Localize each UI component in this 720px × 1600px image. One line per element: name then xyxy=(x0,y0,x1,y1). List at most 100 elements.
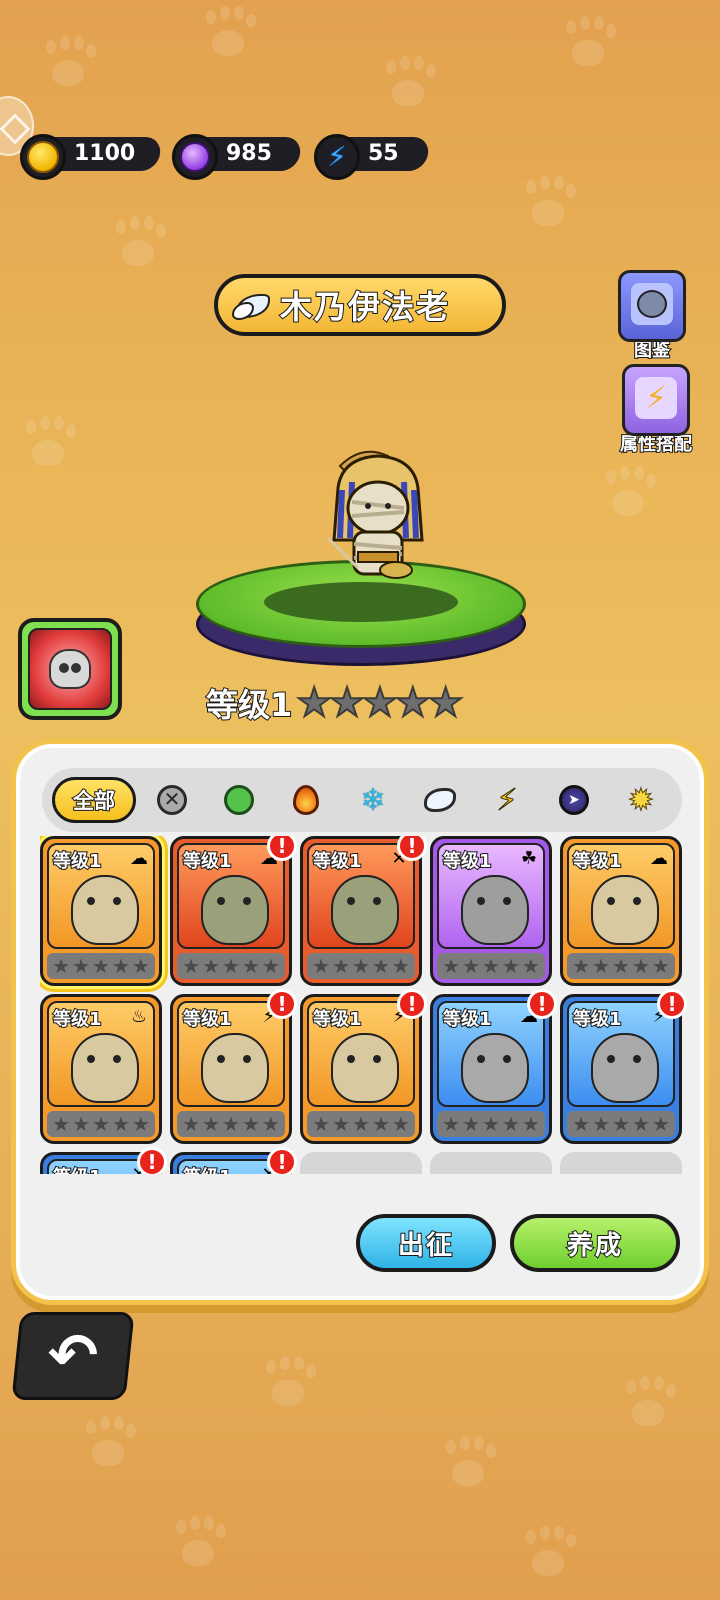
hero-card[interactable]: 等级1 ☘ ★ ★ ★ ★ ★ xyxy=(430,836,552,986)
empty-star-icon: ★ xyxy=(312,954,331,978)
alert-badge-icon: ! xyxy=(267,836,297,861)
energy-counter[interactable]: ⚡ 55 xyxy=(314,134,431,180)
hero-card[interactable]: 等级1 ♨ ★ ★ ★ ★ ★ xyxy=(40,994,162,1144)
hero-skill-button[interactable] xyxy=(18,618,122,720)
dark-element-icon[interactable]: ➤ xyxy=(556,782,592,818)
deploy-button[interactable]: 出征 xyxy=(356,1214,496,1272)
empty-star-icon: ★ xyxy=(241,954,260,978)
empty-star-icon: ★ xyxy=(442,1112,461,1136)
hero-card-portrait: 等级1 ⚡ xyxy=(567,1001,675,1107)
light-element-icon[interactable]: ✹ xyxy=(623,782,659,818)
empty-star-icon: ★ xyxy=(651,954,670,978)
empty-star-icon: ★ xyxy=(482,1112,500,1136)
hero-card-stars: ★ ★ ★ ★ ★ xyxy=(567,1111,675,1137)
energy-amount: 55 xyxy=(368,141,399,166)
ice-element-icon[interactable]: ❄ xyxy=(355,782,391,818)
empty-card-slot xyxy=(560,1152,682,1174)
hero-mascot-image xyxy=(201,875,269,945)
nature-element-icon: ☘ xyxy=(520,848,538,869)
fire-element-icon[interactable] xyxy=(288,782,324,818)
back-arrow-icon: ↶ xyxy=(47,1321,99,1391)
wind-element-icon[interactable] xyxy=(422,782,458,818)
hero-card[interactable]: 等级1 ☁ ★ ★ ★ ★ ★ xyxy=(40,836,162,986)
gold-counter[interactable]: 1100 xyxy=(20,134,163,180)
hero-mascot-image xyxy=(331,1033,399,1103)
tab-all[interactable]: 全部 xyxy=(52,777,136,823)
train-button[interactable]: 养成 xyxy=(510,1214,680,1272)
empty-star-icon: ★ xyxy=(631,954,650,978)
lightning-element-icon[interactable]: ⚡ xyxy=(489,782,525,818)
hero-card-portrait: 等级1 ☁ xyxy=(177,843,285,949)
empty-star-icon: ★ xyxy=(92,1112,110,1136)
hero-card[interactable]: 等级1✕★★★★★! xyxy=(170,1147,297,1174)
empty-star-icon: ★ xyxy=(261,1112,280,1136)
hero-pharaoh-mummy-sprite[interactable] xyxy=(318,448,436,590)
hero-mascot-image xyxy=(201,1033,269,1103)
hero-mascot-image xyxy=(71,1033,139,1103)
hero-mascot-image xyxy=(461,875,529,945)
hero-card[interactable]: 等级1✕★★★★★! xyxy=(40,1147,167,1174)
hero-card-portrait: 等级1 ☁ xyxy=(437,1001,545,1107)
hero-card-level: 等级1 xyxy=(182,850,233,873)
empty-star-icon: ★ xyxy=(442,954,461,978)
hero-card[interactable]: 等级1 ☁ ★ ★ ★ ★ ★ xyxy=(560,836,682,986)
empty-star-icon: ★ xyxy=(631,1112,650,1136)
hero-name: 木乃伊法老 xyxy=(279,287,451,327)
hero-card-level: 等级1 xyxy=(52,1008,103,1031)
codex-book-icon xyxy=(618,270,686,342)
hero-card-level: 等级1 xyxy=(182,1163,233,1174)
hero-card-portrait: 等级1 ☁ xyxy=(567,843,675,949)
empty-star-icon: ★ xyxy=(482,954,500,978)
empty-star-icon: ★ xyxy=(462,1112,481,1136)
hero-card-portrait: 等级1 ☘ xyxy=(437,843,545,949)
empty-star-icon: ★ xyxy=(182,1112,201,1136)
gem-counter[interactable]: 985 xyxy=(172,134,303,180)
empty-star-icon: ★ xyxy=(592,1112,611,1136)
hero-card[interactable]: 等级1✕★★★★★! xyxy=(300,836,427,986)
codex-button[interactable]: 图鉴 xyxy=(618,270,686,362)
back-button[interactable]: ↶ xyxy=(11,1312,135,1400)
hero-card[interactable]: 等级1 ⚡ ★ ★ ★ ★ ★! xyxy=(560,989,687,1144)
hero-card[interactable]: 等级1 ☁ ★ ★ ★ ★ ★! xyxy=(430,989,557,1144)
alert-badge-icon: ! xyxy=(397,836,427,861)
neutral-element-icon[interactable]: ✕ xyxy=(154,782,190,818)
empty-star-icon: ★ xyxy=(612,954,630,978)
wind-element-icon: ☁ xyxy=(130,848,148,869)
empty-star-icon: ★ xyxy=(131,1112,150,1136)
empty-card-slot xyxy=(430,1152,552,1174)
hero-card-level: 等级1 xyxy=(312,1008,363,1031)
empty-star-icon: ★ xyxy=(222,954,240,978)
alert-badge-icon: ! xyxy=(267,1147,297,1174)
empty-star-icon: ★ xyxy=(391,954,410,978)
hero-card[interactable]: 等级1 ☁ ★ ★ ★ ★ ★! xyxy=(170,836,297,986)
alert-badge-icon: ! xyxy=(137,1147,167,1174)
hero-card-level: 等级1 xyxy=(52,850,103,873)
hero-card-portrait: 等级1 ⚡ xyxy=(177,1001,285,1107)
attribute-match-button[interactable]: ⚡ 属性搭配 xyxy=(619,364,693,456)
empty-star-icon: ★ xyxy=(52,1112,71,1136)
attribute-book-icon: ⚡ xyxy=(622,364,690,436)
hero-mascot-image xyxy=(331,875,399,945)
empty-star-icon: ★ xyxy=(391,1112,410,1136)
wind-element-icon xyxy=(228,283,272,327)
hero-card-stars: ★ ★ ★ ★ ★ xyxy=(307,1111,415,1137)
empty-star-icon: ★ xyxy=(312,1112,331,1136)
element-filter-tabs: 全部 ✕ ❄ ⚡ ➤ ✹ xyxy=(42,768,682,832)
hero-card-stars: ★ ★ ★ ★ ★ xyxy=(437,1111,545,1137)
empty-star-icon: ★ xyxy=(131,954,150,978)
hero-card[interactable]: 等级1 ⚡ ★ ★ ★ ★ ★! xyxy=(170,989,297,1144)
empty-star-icon: ★ xyxy=(111,1112,130,1136)
purple-gem-icon xyxy=(172,134,218,180)
hero-card-stars: ★ ★ ★ ★ ★ xyxy=(437,953,545,979)
alert-badge-icon: ! xyxy=(267,989,297,1019)
hero-card-level: 等级1 xyxy=(442,850,493,873)
empty-star-icon: ★ xyxy=(651,1112,670,1136)
empty-star-icon: ★ xyxy=(241,1112,260,1136)
hero-card-portrait: 等级1 ♨ xyxy=(47,1001,155,1107)
empty-star-icon: ★ xyxy=(332,1112,351,1136)
hero-card[interactable]: 等级1 ⚡ ★ ★ ★ ★ ★! xyxy=(300,989,427,1144)
empty-star-icon: ★ xyxy=(92,954,110,978)
empty-star-icon: ★ xyxy=(72,954,91,978)
wind-element-icon: ☁ xyxy=(650,848,668,869)
nature-element-icon[interactable] xyxy=(221,782,257,818)
